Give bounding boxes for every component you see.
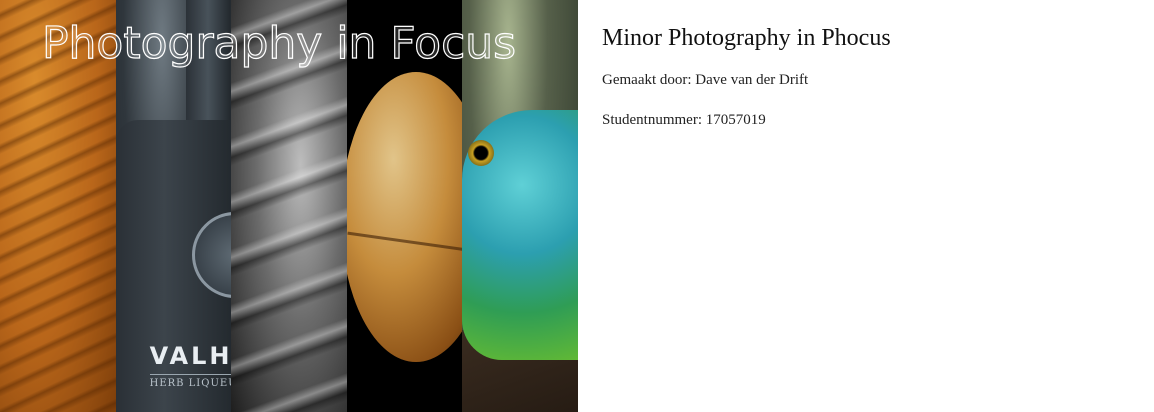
hero-title: Photography in Focus <box>41 17 517 69</box>
photo-collage: VALH HERB LIQUEUR Photography in Focus <box>0 0 578 412</box>
info-title: Minor Photography in Phocus <box>602 25 891 51</box>
bottle-sub-text: HERB LIQUEUR <box>149 378 232 389</box>
page: VALH HERB LIQUEUR Photography in Focus M… <box>0 0 1154 412</box>
info-panel: Minor Photography in Phocus Gemaakt door… <box>578 0 1130 412</box>
fruit-shape <box>346 72 463 362</box>
bottle-brand-text: VALH <box>149 342 232 370</box>
student-number-line: Studentnummer: 17057019 <box>602 112 766 128</box>
author-line: Gemaakt door: Dave van der Drift <box>602 72 809 88</box>
bottle-label-line <box>149 374 232 375</box>
